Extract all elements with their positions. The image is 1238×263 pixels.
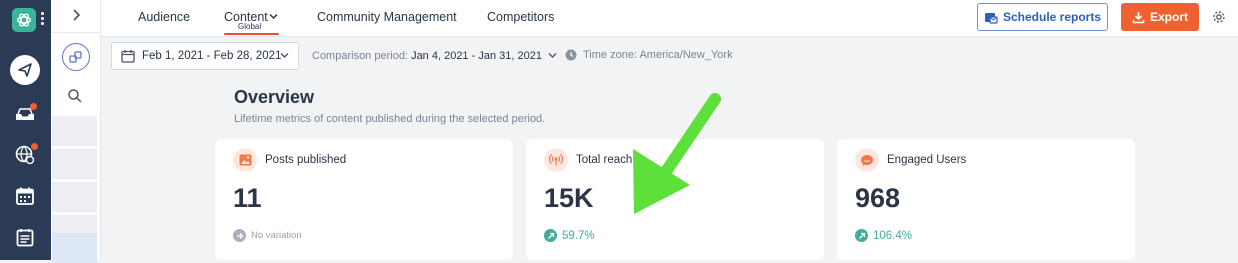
calendar-icon [121, 50, 135, 63]
reports-icon[interactable] [10, 222, 40, 252]
export-label: Export [1149, 10, 1188, 24]
team-selector-icon[interactable] [62, 43, 90, 71]
blurred-list-item[interactable] [52, 182, 97, 212]
metric-value: 15K [544, 183, 594, 213]
metric-variation: 59.7% [544, 229, 595, 242]
expand-chevron-icon[interactable] [68, 7, 84, 23]
chat-bubble-icon [855, 148, 879, 172]
schedule-reports-label: Schedule reports [1002, 10, 1102, 24]
date-range-value: Feb 1, 2021 - Feb 28, 2021 [142, 50, 282, 62]
tab-content-scope: Global [238, 22, 262, 31]
metric-variation-text: 106.4% [873, 229, 913, 242]
metric-label: Posts published [265, 154, 347, 166]
metric-value: 968 [855, 183, 901, 213]
blurred-list-item[interactable] [52, 149, 97, 179]
search-icon[interactable] [67, 88, 83, 104]
globe-listening-icon[interactable] [10, 140, 40, 170]
gear-icon[interactable] [1212, 10, 1226, 24]
arrow-right-icon [233, 229, 246, 242]
comparison-value: Jan 4, 2021 - Jan 31, 2021 [411, 50, 542, 62]
image-icon [233, 148, 257, 172]
divider [51, 32, 101, 33]
section-title: Overview [234, 87, 315, 107]
comparison-period[interactable]: Comparison period: Jan 4, 2021 - Jan 31,… [312, 50, 557, 62]
arrow-up-right-icon [855, 229, 868, 242]
secondary-sidebar [51, 0, 101, 263]
tab-audience[interactable]: Audience [138, 10, 190, 24]
export-button[interactable]: Export [1121, 3, 1199, 31]
app-menu-icon[interactable] [41, 12, 45, 27]
app-sidebar [0, 0, 51, 260]
chevron-down-icon[interactable] [269, 13, 278, 20]
section-subtitle: Lifetime metrics of content published du… [234, 113, 546, 125]
clock-icon [565, 49, 577, 61]
broadcast-icon [544, 148, 568, 172]
download-icon [1132, 11, 1145, 23]
metric-variation: 106.4% [855, 229, 912, 242]
metric-label: Engaged Users [887, 154, 967, 166]
inbox-icon[interactable] [10, 98, 40, 128]
schedule-reports-button[interactable]: Schedule reports [977, 3, 1108, 31]
publish-icon[interactable] [10, 55, 40, 85]
timezone-text: Time zone: America/New_York [583, 49, 733, 61]
top-navigation: Audience Content Global Community Manage… [101, 0, 1238, 37]
blurred-list-item[interactable] [52, 233, 97, 263]
calendar-mail-icon [984, 12, 998, 24]
metric-card-total-reach: Total reach 15K 59.7% [526, 139, 824, 260]
metric-value: 11 [233, 183, 262, 213]
app-logo[interactable] [12, 8, 36, 32]
chevron-down-icon [548, 53, 557, 58]
metric-card-posts-published: Posts published 11 No variation [215, 139, 513, 260]
date-range-picker[interactable]: Feb 1, 2021 - Feb 28, 2021 [111, 42, 299, 70]
metric-card-engaged-users: Engaged Users 968 106.4% [837, 139, 1135, 260]
active-tab-indicator [224, 33, 279, 35]
metric-label: Total reach [576, 154, 633, 166]
metric-variation-text: 59.7% [562, 229, 595, 242]
comparison-label: Comparison period: [312, 50, 408, 62]
chevron-down-icon [280, 53, 289, 58]
calendar-icon[interactable] [10, 181, 40, 211]
metric-variation: No variation [233, 229, 302, 242]
metric-variation-text: No variation [251, 230, 302, 241]
tab-community-management[interactable]: Community Management [317, 10, 457, 24]
timezone: Time zone: America/New_York [565, 49, 733, 61]
arrow-up-right-icon [544, 229, 557, 242]
tab-competitors[interactable]: Competitors [487, 10, 554, 24]
blurred-list-item[interactable] [52, 116, 97, 146]
